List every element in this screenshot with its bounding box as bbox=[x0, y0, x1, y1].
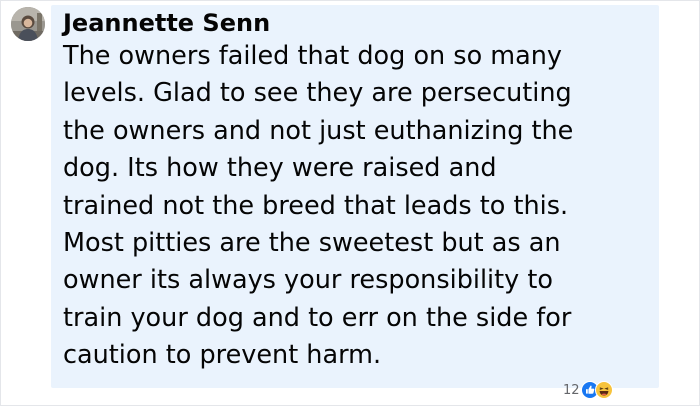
comment-text: The owners failed that dog on so many le… bbox=[63, 38, 653, 375]
comment-text-line: dog. Its how they were raised and bbox=[63, 153, 497, 184]
reaction-summary[interactable]: 12 bbox=[563, 379, 613, 401]
comment-text-line: owner its always your responsibility to bbox=[63, 265, 553, 296]
comment-author-name[interactable]: Jeannette Senn bbox=[63, 7, 270, 39]
comment-card: Jeannette Senn The owners failed that do… bbox=[0, 0, 700, 406]
comment-text-line: train your dog and to err on the side fo… bbox=[63, 302, 572, 333]
avatar[interactable] bbox=[11, 7, 45, 41]
comment-text-line: The owners failed that dog on so many bbox=[63, 41, 563, 71]
comment-text-line: trained not the breed that leads to this… bbox=[63, 190, 569, 221]
haha-icon bbox=[594, 381, 613, 399]
profile-photo bbox=[11, 7, 45, 41]
comment-text-line: Most pitties are the sweetest but as an bbox=[63, 228, 561, 259]
comment-text-line: levels. Glad to see they are persecuting bbox=[63, 78, 572, 109]
comment-text-line: the owners and not just euthanizing the bbox=[63, 115, 574, 146]
reaction-count: 12 bbox=[563, 382, 580, 398]
comment-text-line: caution to prevent harm. bbox=[63, 340, 382, 371]
